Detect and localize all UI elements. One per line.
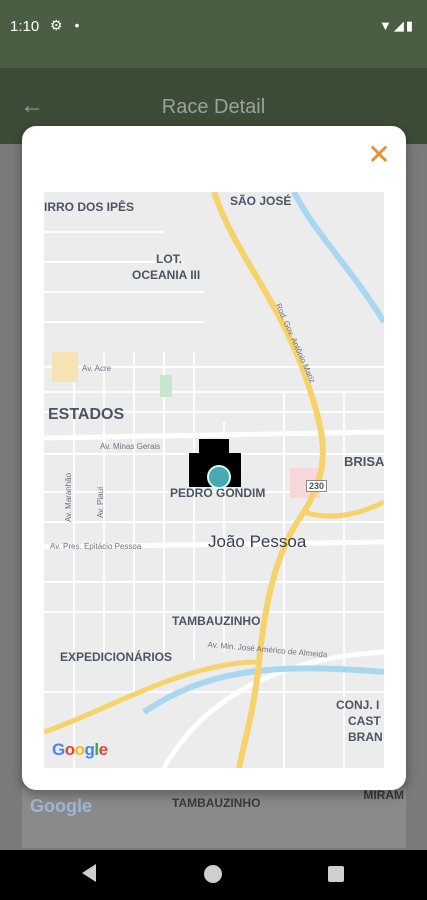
map-dialog: ✕ IRRO DOS IPÊS SÃO JOSÉ LOT. OCEANIA II… (22, 126, 406, 790)
background-google-logo: Google (30, 796, 92, 816)
system-nav-bar (0, 850, 427, 900)
map-label: ESTADOS (48, 406, 125, 423)
status-time: 1:10 (10, 18, 40, 35)
background-map: Google TAMBAUZINHO MIRAM (22, 788, 406, 848)
page-title: Race Detail (161, 96, 266, 118)
route-shield: 230 (306, 480, 328, 492)
street-label: Av. Pres. Epitácio Pessoa (50, 542, 142, 551)
street-label: Av. Maranhão (64, 472, 73, 522)
location-marker[interactable] (189, 439, 241, 491)
signal-icon: ◢ (393, 18, 406, 33)
map-label: OCEANIA III (132, 268, 201, 282)
map-label: CONJ. I (336, 698, 380, 712)
street-label: Av. Acre (82, 364, 112, 373)
map-label: TAMBAUZINHO (172, 614, 261, 628)
map-label: IRRO DOS IPÊS (44, 200, 135, 214)
street-label: Av. Minas Gerais (100, 442, 161, 451)
map-label: João Pessoa (208, 532, 307, 551)
map-label: LOT. (156, 252, 182, 266)
street-label: Av. Piauí (96, 486, 105, 518)
map-label: BRISA (344, 454, 384, 469)
gear-icon: ⚙ (50, 17, 63, 33)
map-label: CAST (348, 714, 381, 728)
wifi-icon: ▼ (378, 18, 394, 33)
battery-icon: ▮ (405, 18, 415, 33)
dot-icon: • (74, 17, 80, 33)
nav-home-icon[interactable] (204, 865, 222, 883)
google-logo: Google (52, 740, 108, 759)
nav-recents-icon[interactable] (328, 866, 344, 882)
map-view[interactable]: IRRO DOS IPÊS SÃO JOSÉ LOT. OCEANIA III … (44, 192, 384, 768)
status-bar: 1:10 ⚙ • ▼◢▮ (0, 0, 427, 68)
status-right-icons: ▼◢▮ (379, 18, 415, 34)
background-map-label: MIRAM (363, 788, 404, 802)
nav-back-icon[interactable] (82, 864, 96, 882)
status-left-icons: ⚙ • (50, 17, 79, 34)
close-icon[interactable]: ✕ (366, 141, 392, 169)
map-label: EXPEDICIONÁRIOS (60, 650, 173, 664)
map-label: SÃO JOSÉ (230, 194, 292, 208)
background-map-label: TAMBAUZINHO (172, 796, 261, 810)
map-label: BRAN (348, 730, 383, 744)
